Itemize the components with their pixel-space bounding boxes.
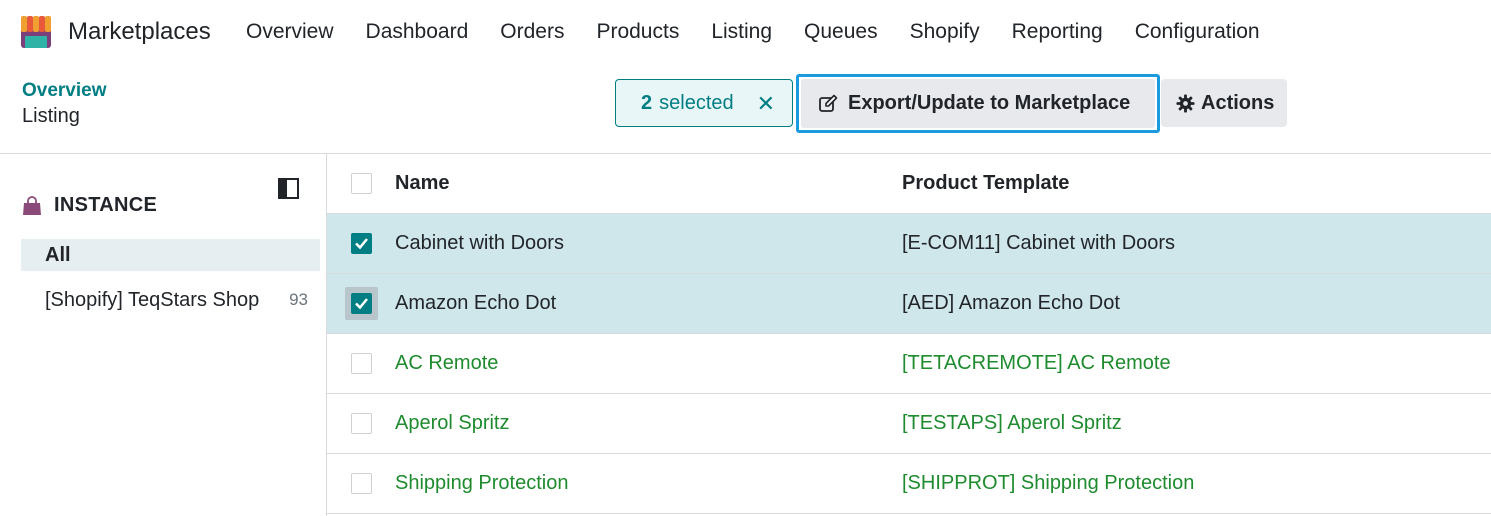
filter-count: 93 (289, 290, 308, 309)
table-row[interactable]: Cabinet with Doors [E-COM11] Cabinet wit… (327, 214, 1491, 274)
table-row[interactable]: Amazon Echo Dot [AED] Amazon Echo Dot (327, 274, 1491, 334)
top-navbar: Marketplaces Overview Dashboard Orders P… (0, 0, 1491, 66)
row-product-template: [E-COM11] Cabinet with Doors (902, 232, 1176, 254)
breadcrumb: Overview Listing (22, 80, 107, 130)
row-name: Amazon Echo Dot (395, 292, 557, 314)
column-header-product-template[interactable]: Product Template (902, 154, 1069, 213)
menu-configuration[interactable]: Configuration (1135, 20, 1260, 44)
row-name: AC Remote (395, 352, 499, 374)
select-all-checkbox[interactable] (351, 173, 372, 194)
table-row[interactable]: Aperol Spritz [TESTAPS] Aperol Spritz (327, 394, 1491, 454)
checkmark-icon (355, 298, 368, 310)
close-icon[interactable]: ✕ (757, 91, 775, 117)
table-header: Name Product Template (327, 154, 1491, 214)
app-name[interactable]: Marketplaces (68, 18, 211, 46)
menu-products[interactable]: Products (596, 20, 679, 44)
gear-icon (1176, 93, 1195, 113)
row-checkbox[interactable] (351, 233, 372, 254)
search-panel-sidebar: INSTANCE All [Shopify] TeqStars Shop 93 (0, 154, 327, 516)
marketplace-shop-logo[interactable] (18, 14, 54, 50)
breadcrumb-overview-link[interactable]: Overview (22, 80, 107, 102)
menu-orders[interactable]: Orders (500, 20, 564, 44)
menu-dashboard[interactable]: Dashboard (366, 20, 469, 44)
shopping-bag-icon (23, 195, 41, 215)
row-checkbox[interactable] (351, 413, 372, 434)
table-row[interactable]: AC Remote [TETACREMOTE] AC Remote (327, 334, 1491, 394)
panel-toggle-icon[interactable] (278, 178, 299, 199)
checkmark-icon (355, 238, 368, 250)
menu-reporting[interactable]: Reporting (1012, 20, 1103, 44)
selection-label: selected (659, 91, 734, 114)
filter-all[interactable]: All (21, 239, 320, 271)
selection-indicator: 2 selected ✕ (615, 79, 793, 127)
menu-overview[interactable]: Overview (246, 20, 334, 44)
table-row[interactable]: Shipping Protection [SHIPPROT] Shipping … (327, 454, 1491, 514)
breadcrumb-current: Listing (22, 105, 80, 127)
row-checkbox[interactable] (351, 473, 372, 494)
row-product-template: [TESTAPS] Aperol Spritz (902, 412, 1122, 434)
instance-header: INSTANCE (21, 194, 157, 217)
menu-shopify[interactable]: Shopify (910, 20, 980, 44)
filter-shopify-teqstars[interactable]: [Shopify] TeqStars Shop 93 (21, 284, 320, 316)
edit-icon (819, 94, 838, 112)
instance-title: INSTANCE (54, 194, 158, 216)
actions-button[interactable]: Actions (1161, 79, 1287, 127)
column-header-name[interactable]: Name (395, 154, 449, 213)
row-product-template: [SHIPPROT] Shipping Protection (902, 472, 1195, 494)
actions-label: Actions (1201, 91, 1275, 114)
row-product-template: [AED] Amazon Echo Dot (902, 292, 1120, 314)
row-name: Shipping Protection (395, 472, 569, 494)
export-update-label: Export/Update to Marketplace (848, 92, 1131, 114)
row-product-template: [TETACREMOTE] AC Remote (902, 352, 1171, 374)
export-update-button-body[interactable]: Export/Update to Marketplace (801, 79, 1155, 128)
filter-label: [Shopify] TeqStars Shop (45, 289, 260, 311)
row-checkbox[interactable] (351, 293, 372, 314)
row-checkbox[interactable] (351, 353, 372, 374)
main-menu: Overview Dashboard Orders Products Listi… (246, 20, 1292, 44)
listing-table: Name Product Template Cabinet with Doors… (327, 154, 1491, 514)
menu-queues[interactable]: Queues (804, 20, 878, 44)
menu-listing[interactable]: Listing (711, 20, 772, 44)
export-update-button[interactable]: Export/Update to Marketplace (796, 74, 1160, 133)
row-name: Cabinet with Doors (395, 232, 564, 254)
selection-count: 2 (641, 91, 653, 114)
row-name: Aperol Spritz (395, 412, 510, 434)
